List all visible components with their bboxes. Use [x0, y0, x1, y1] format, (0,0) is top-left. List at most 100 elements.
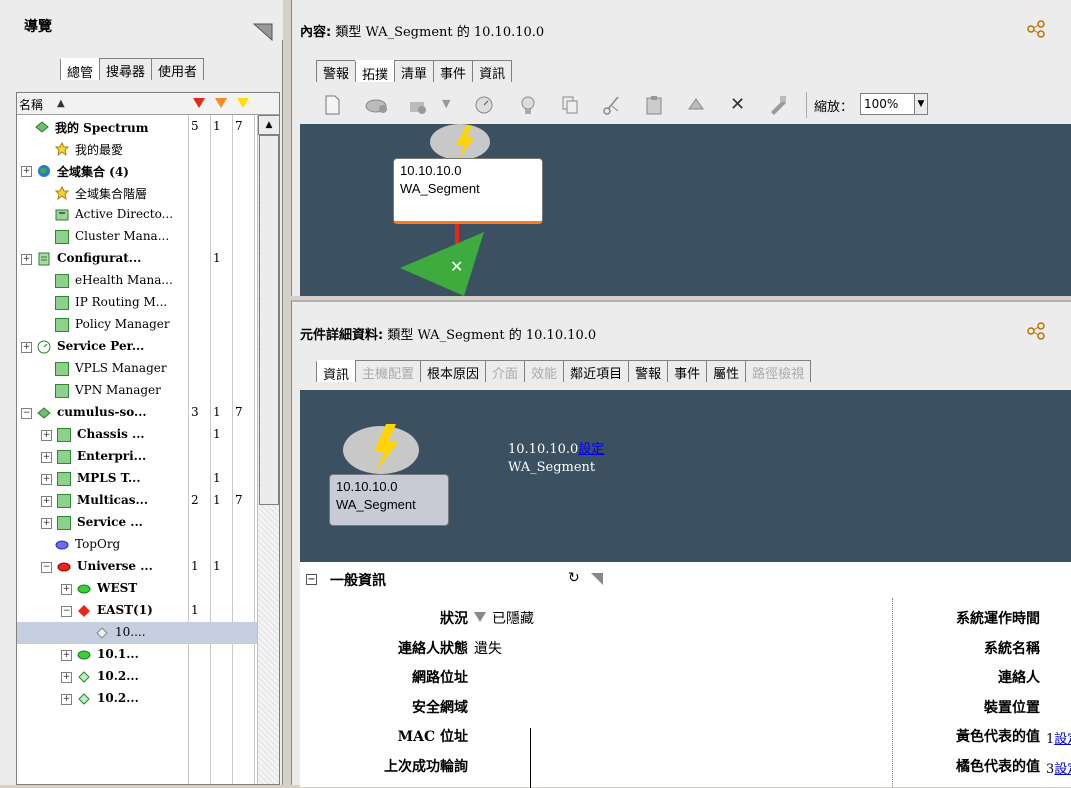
tree-row[interactable]: + Configurat... 1	[17, 248, 257, 270]
tree-row[interactable]: 全域集合階層	[17, 182, 257, 204]
refresh-icon[interactable]: ↻	[568, 570, 580, 586]
tab-alarms[interactable]: 警報	[628, 360, 669, 382]
tree-row[interactable]: TopOrg	[17, 534, 257, 556]
expand-icon[interactable]: +	[41, 430, 52, 441]
tree-scrollbar[interactable]: ▲	[257, 115, 279, 784]
expand-icon[interactable]: +	[61, 672, 72, 683]
tree-row[interactable]: 我的 Spectrum 5 1 7	[17, 116, 257, 138]
new-document-icon[interactable]	[322, 94, 342, 116]
collapse-panel-icon[interactable]	[252, 22, 274, 42]
tab-interfaces[interactable]: 介面	[485, 360, 526, 382]
cut-icon[interactable]	[602, 94, 622, 116]
node-type: WA_Segment	[400, 181, 480, 196]
add-node-icon[interactable]	[408, 94, 428, 116]
zoom-select[interactable]: 100%	[860, 93, 918, 115]
tree-row-label: 10.1...	[97, 647, 139, 661]
add-link-icon[interactable]	[364, 94, 392, 116]
tab-host-configuration[interactable]: 主機配置	[355, 360, 422, 382]
expand-icon[interactable]: +	[61, 694, 72, 705]
header-type: WA_Segment	[508, 460, 596, 475]
tab-path-view[interactable]: 路徑檢視	[745, 360, 812, 382]
tree-row[interactable]: Active Directo...	[17, 204, 257, 226]
tab-performance[interactable]: 效能	[524, 360, 565, 382]
tree-row[interactable]: − Universe ... 1 1	[17, 556, 257, 578]
tab-explorer[interactable]: 總管	[60, 58, 101, 81]
tree-row[interactable]: 我的最愛	[17, 138, 257, 160]
tree-row[interactable]: +10.1...	[17, 644, 257, 666]
tree-row[interactable]: − cumulus-so... 3 1 7	[17, 402, 257, 424]
topology-node[interactable]: 10.10.10.0 WA_Segment	[393, 158, 543, 224]
share-icon[interactable]	[1027, 20, 1045, 38]
tab-users[interactable]: 使用者	[151, 58, 205, 80]
scroll-up-arrow-icon[interactable]: ▲	[258, 115, 279, 135]
expand-icon[interactable]: +	[41, 496, 52, 507]
tree-row[interactable]: + Chassis ... 1	[17, 424, 257, 446]
expand-icon[interactable]: +	[21, 342, 32, 353]
section-menu-icon[interactable]	[590, 572, 604, 586]
tree-row[interactable]: + 全域集合 (4)	[17, 160, 257, 182]
minor-alarm-column-icon[interactable]	[237, 98, 249, 108]
delete-icon[interactable]: ✕	[730, 94, 745, 115]
tree-row[interactable]: Cluster Mana...	[17, 226, 257, 248]
expand-icon[interactable]: +	[21, 166, 32, 177]
tab-events[interactable]: 事件	[433, 60, 474, 82]
tab-locater[interactable]: 搜尋器	[99, 58, 153, 80]
major-alarm-column-icon[interactable]	[215, 98, 227, 108]
copy-icon[interactable]	[560, 94, 580, 116]
column-name-header[interactable]: 名稱	[19, 96, 43, 113]
zoom-dropdown-arrow-icon[interactable]: ▼	[914, 93, 928, 115]
clock-icon[interactable]	[474, 94, 494, 116]
tree-row[interactable]: eHealth Mana...	[17, 270, 257, 292]
tree-row[interactable]: Policy Manager	[17, 314, 257, 336]
tree-row[interactable]: +10.2...	[17, 688, 257, 710]
set-threshold-link[interactable]: 設定	[1054, 732, 1071, 747]
tab-information[interactable]: 資訊	[472, 60, 513, 82]
set-ip-link[interactable]: 設定	[578, 442, 604, 457]
collapse-section-icon[interactable]: −	[306, 574, 317, 585]
node-type: WA_Segment	[336, 497, 416, 512]
move-icon[interactable]	[686, 94, 706, 116]
critical-alarm-column-icon[interactable]	[193, 98, 205, 108]
router-icon[interactable]: ✕	[392, 228, 492, 296]
tools-icon[interactable]	[768, 94, 788, 116]
tree-row[interactable]: + Multicas... 2 1 7	[17, 490, 257, 512]
paste-icon[interactable]	[644, 94, 664, 116]
expand-icon[interactable]: +	[41, 518, 52, 529]
tree-row[interactable]: + WEST	[17, 578, 257, 600]
tree-row[interactable]: + Enterpri...	[17, 446, 257, 468]
tree-row[interactable]: IP Routing M...	[17, 292, 257, 314]
tree-row[interactable]: VPLS Manager	[17, 358, 257, 380]
tree-row[interactable]: + MPLS T... 1	[17, 468, 257, 490]
tree-row[interactable]: 10....	[17, 622, 257, 644]
tab-root-cause[interactable]: 根本原因	[420, 360, 487, 382]
tree-row[interactable]: + Service ...	[17, 512, 257, 534]
collapse-icon[interactable]: −	[21, 408, 32, 419]
field-label: 黃色代表的值	[956, 729, 1040, 745]
tab-information[interactable]: 資訊	[316, 360, 357, 383]
tree-row[interactable]: − EAST(1) 1	[17, 600, 257, 622]
tab-events[interactable]: 事件	[667, 360, 708, 382]
tab-attributes[interactable]: 屬性	[706, 360, 747, 382]
expand-icon[interactable]: +	[61, 650, 72, 661]
tree-row-label: VPLS Manager	[75, 361, 167, 375]
expand-icon[interactable]: +	[41, 452, 52, 463]
expand-icon[interactable]: +	[61, 584, 72, 595]
dropdown-arrow-icon[interactable]: ▼	[442, 97, 450, 110]
tab-neighbors[interactable]: 鄰近項目	[563, 360, 630, 382]
tab-alarms[interactable]: 警報	[316, 60, 357, 82]
tab-list[interactable]: 清單	[394, 60, 435, 82]
set-threshold-link[interactable]: 設定	[1054, 762, 1071, 777]
find-icon[interactable]	[518, 94, 538, 116]
topology-canvas[interactable]: 10.10.10.0 WA_Segment ✕	[300, 124, 1071, 296]
share-icon[interactable]	[1027, 322, 1045, 340]
tree-row[interactable]: + Service Per...	[17, 336, 257, 358]
collapse-icon[interactable]: −	[61, 606, 72, 617]
expand-icon[interactable]: +	[41, 474, 52, 485]
scroll-thumb[interactable]	[259, 135, 279, 505]
tab-topology[interactable]: 拓撲	[355, 60, 396, 83]
tree-row[interactable]: +10.2...	[17, 666, 257, 688]
tree-row-label: 10.2...	[97, 691, 139, 705]
expand-icon[interactable]: +	[21, 254, 32, 265]
tree-row[interactable]: VPN Manager	[17, 380, 257, 402]
collapse-icon[interactable]: −	[41, 562, 52, 573]
